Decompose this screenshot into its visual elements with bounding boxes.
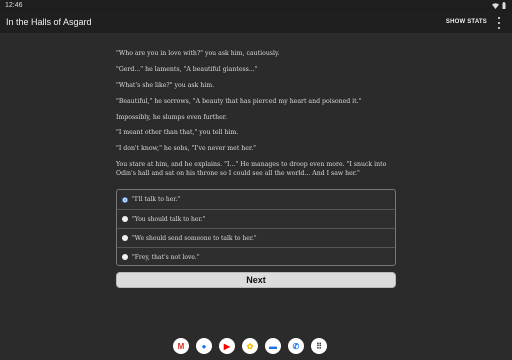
battery-icon: [502, 2, 506, 9]
app-title: In the Halls of Asgard: [6, 17, 92, 27]
overflow-menu-icon[interactable]: [497, 17, 501, 29]
story-paragraph: You stare at him, and he explains. "I...…: [116, 161, 387, 177]
story-paragraph: "Beautiful," he sorrows, "A beauty that …: [116, 97, 362, 105]
radio-button[interactable]: [122, 235, 128, 241]
story-paragraph: "Who are you in love with?" you ask him,…: [116, 50, 280, 57]
story-paragraph: Impossibly, he slumps even further.: [116, 113, 227, 121]
app-dock: M ● ▶ ✿ ▬ ✆ ⠿: [173, 338, 327, 354]
wifi-icon: [492, 2, 499, 9]
app-bar: In the Halls of Asgard SHOW STATS: [0, 12, 512, 33]
messages-icon[interactable]: ▬: [265, 338, 281, 354]
story-paragraph: "I meant other than that," you tell him.: [116, 129, 239, 137]
radio-button-selected[interactable]: [122, 196, 128, 203]
taskbar: M ● ▶ ✿ ▬ ✆ ⠿: [0, 336, 512, 360]
choice-option[interactable]: "You should talk to her.": [117, 209, 395, 228]
chrome-icon[interactable]: ●: [196, 338, 212, 354]
show-stats-button[interactable]: SHOW STATS: [446, 19, 487, 25]
radio-button[interactable]: [122, 254, 128, 260]
status-bar: 12:46: [0, 0, 512, 12]
status-icons: [492, 2, 506, 9]
story-paragraph: "I don't know," he sobs, "I've never met…: [116, 145, 257, 153]
choice-label: "We should send someone to talk to her.": [132, 234, 257, 242]
story-text: "Who are you in love with?" you ask him,…: [116, 50, 400, 185]
choice-label: "I'll talk to her.": [132, 196, 181, 203]
story-paragraph: "Gerd..." he laments, "A beautiful giant…: [116, 65, 258, 73]
youtube-icon[interactable]: ▶: [219, 338, 235, 354]
status-time: 12:46: [5, 2, 23, 9]
photos-icon[interactable]: ✿: [242, 338, 258, 354]
choice-label: "Frey, that's not love.": [132, 253, 200, 261]
choice-option[interactable]: "We should send someone to talk to her.": [117, 228, 395, 247]
choice-option[interactable]: "Frey, that's not love.": [117, 247, 395, 266]
choice-list: "I'll talk to her." "You should talk to …: [116, 189, 396, 266]
story-paragraph: "What's she like?" you ask him.: [116, 81, 215, 89]
radio-button[interactable]: [122, 216, 128, 222]
next-button[interactable]: Next: [116, 272, 396, 288]
gmail-icon[interactable]: M: [173, 338, 189, 354]
app-drawer-icon[interactable]: ⠿: [311, 338, 327, 354]
phone-icon[interactable]: ✆: [288, 338, 304, 354]
choice-option[interactable]: "I'll talk to her.": [117, 190, 395, 209]
choice-label: "You should talk to her.": [132, 215, 206, 223]
